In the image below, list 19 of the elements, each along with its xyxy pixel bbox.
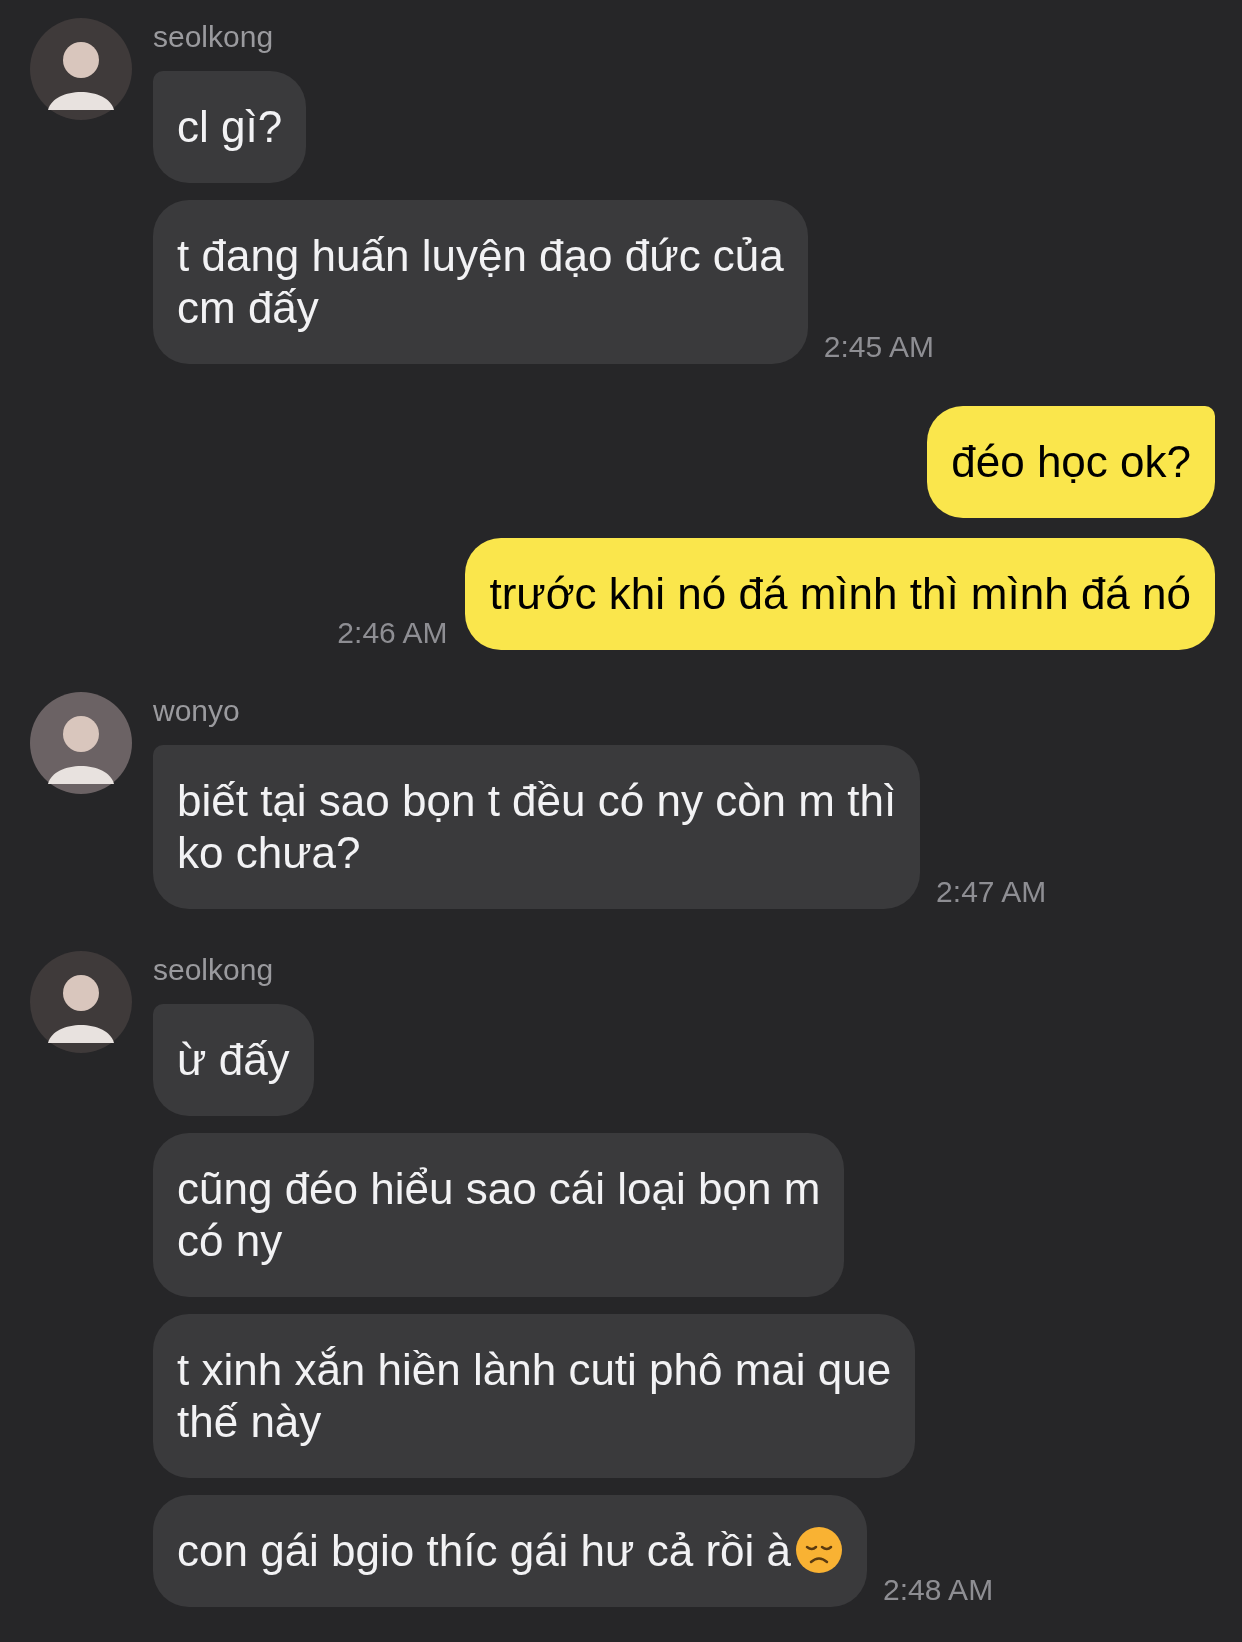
avatar-icon[interactable] [30, 18, 132, 120]
message-bubble: biết tại sao bọn t đều có ny còn m thì ko chưa? [153, 745, 921, 909]
message-bubble: t xinh xắn hiền lành cuti phô mai que thế này [153, 1314, 916, 1478]
message-bubble: con gái bgio thíc gái hư cả rồi à [153, 1495, 868, 1607]
message-bubble: ừ đấy [153, 1004, 314, 1116]
message-time: 2:45 AM [823, 330, 934, 364]
message-bubble: cũng đéo hiểu sao cái loại bọn m có ny [153, 1133, 845, 1297]
message-bubble: đéo học ok? [927, 406, 1215, 518]
avatar-icon[interactable] [30, 692, 132, 794]
message-time: 2:46 AM [337, 616, 448, 650]
message-bubble: cl gì? [153, 71, 307, 183]
sender-name: seolkong [153, 19, 275, 55]
sender-name: wonyo [153, 693, 241, 729]
message-time: 2:48 AM [883, 1573, 994, 1607]
sender-name: seolkong [153, 952, 275, 988]
message-bubble: trước khi nó đá mình thì mình đá nó [465, 538, 1215, 650]
avatar-icon[interactable] [30, 951, 132, 1053]
message-time: 2:47 AM [936, 875, 1047, 909]
message-bubble: t đang huấn luyện đạo đức của cm đấy [153, 200, 808, 364]
